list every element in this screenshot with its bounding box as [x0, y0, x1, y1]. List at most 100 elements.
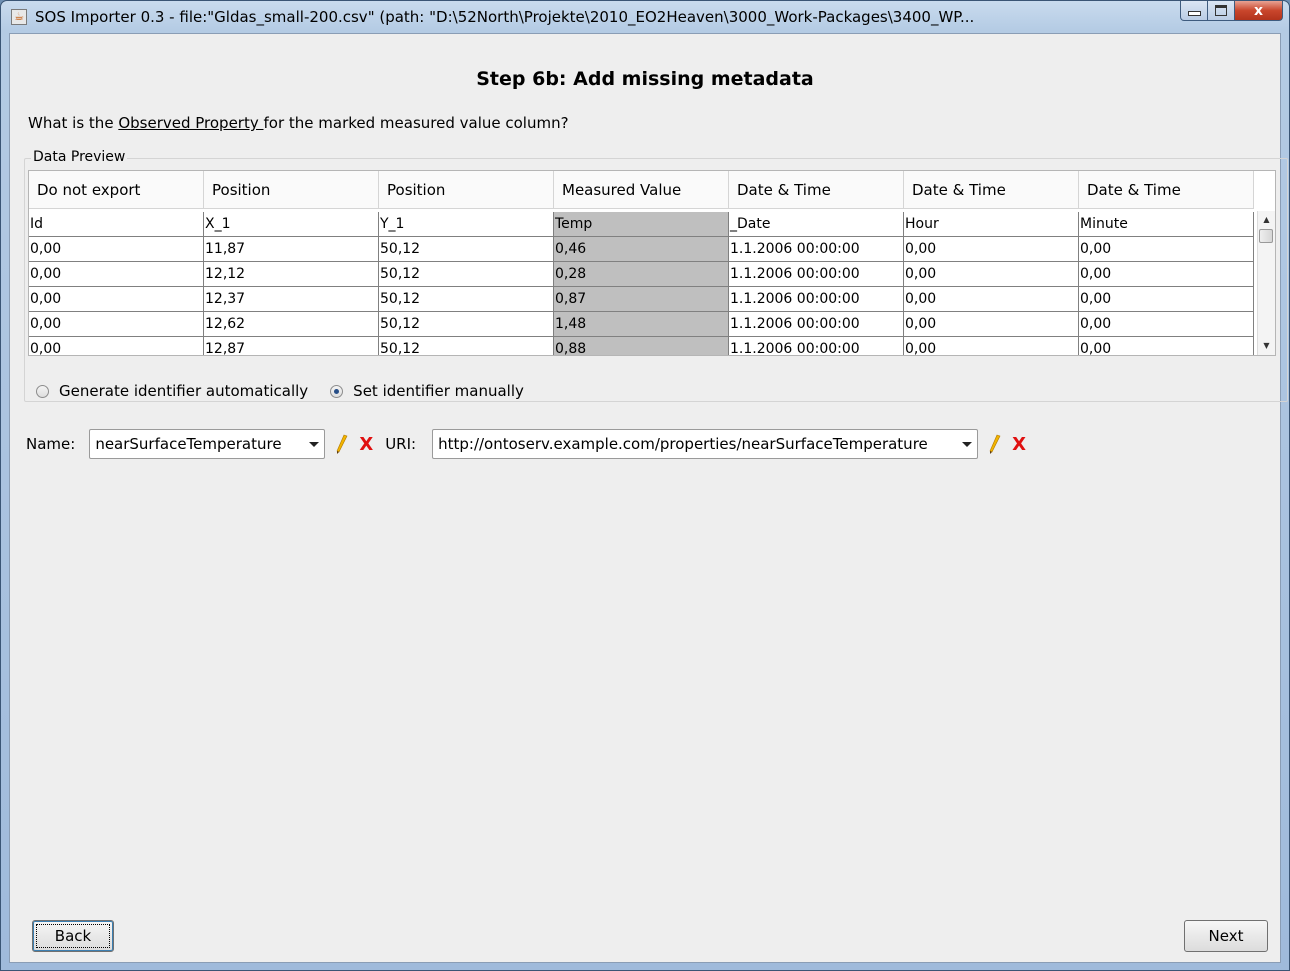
- question-text: What is the Observed Property for the ma…: [28, 114, 569, 132]
- name-combobox[interactable]: nearSurfaceTemperature: [89, 429, 326, 459]
- table-cell[interactable]: 0,00: [1079, 237, 1254, 262]
- uri-combobox[interactable]: http://ontoserv.example.com/properties/n…: [432, 429, 979, 459]
- table-cell[interactable]: 0,00: [29, 262, 204, 287]
- name-combobox-value: nearSurfaceTemperature: [95, 435, 282, 453]
- scrollbar-thumb[interactable]: [1259, 229, 1273, 243]
- table-header: Do not export Position Position Measured Va…: [29, 171, 1254, 211]
- table-cell[interactable]: Id: [29, 212, 204, 237]
- title-bar[interactable]: ☕ SOS Importer 0.3 - file:"Gldas_small-2…: [1, 1, 1289, 33]
- name-label: Name:: [26, 435, 76, 453]
- generate-automatically-label[interactable]: Generate identifier automatically: [59, 382, 308, 400]
- table-row[interactable]: 0,00 11,87 50,12 0,46 1.1.2006 00:00:00 0,00 0…: [29, 237, 1257, 262]
- uri-combobox-value: http://ontoserv.example.com/properties/n…: [438, 435, 928, 453]
- table-cell[interactable]: 0,00: [904, 287, 1079, 312]
- table-cell[interactable]: 0,28: [554, 262, 729, 287]
- table-cell[interactable]: 0,00: [904, 312, 1079, 337]
- scroll-up-icon[interactable]: ▲: [1258, 213, 1275, 227]
- table-cell[interactable]: 1,48: [554, 312, 729, 337]
- window-title: SOS Importer 0.3 - file:"Gldas_small-200…: [35, 8, 975, 26]
- table-cell[interactable]: 1.1.2006 00:00:00: [729, 287, 904, 312]
- table-cell[interactable]: 12,37: [204, 287, 379, 312]
- table-cell[interactable]: 0,00: [29, 337, 204, 355]
- generate-automatically-radio[interactable]: [36, 384, 49, 398]
- table-cell[interactable]: 0,00: [29, 312, 204, 337]
- x-icon[interactable]: X: [1012, 434, 1026, 455]
- column-header[interactable]: Date & Time: [904, 171, 1079, 209]
- table-cell[interactable]: 50,12: [379, 262, 554, 287]
- data-preview-table: Do not export Position Position Measured Va…: [28, 170, 1276, 356]
- question-suffix: for the marked measured value column?: [263, 114, 569, 132]
- table-cell[interactable]: Temp: [554, 212, 729, 237]
- table-cell[interactable]: 0,46: [554, 237, 729, 262]
- identifier-row: Name: nearSurfaceTemperature X URI: http…: [26, 428, 1026, 460]
- table-cell[interactable]: 12,87: [204, 337, 379, 355]
- vertical-scrollbar[interactable]: ▲ ▼: [1257, 211, 1275, 355]
- maximize-button[interactable]: [1208, 1, 1235, 21]
- table-cell[interactable]: 1.1.2006 00:00:00: [729, 262, 904, 287]
- chevron-down-icon[interactable]: [309, 442, 320, 447]
- table-cell[interactable]: 0,00: [1079, 262, 1254, 287]
- table-cell[interactable]: 0,00: [29, 287, 204, 312]
- observed-property-link: Observed Property: [118, 114, 264, 132]
- table-cell[interactable]: 12,62: [204, 312, 379, 337]
- focus-ring: [36, 924, 110, 948]
- close-icon: x: [1253, 2, 1264, 19]
- table-cell[interactable]: 11,87: [204, 237, 379, 262]
- minimize-icon: [1187, 11, 1201, 16]
- column-header[interactable]: Date & Time: [729, 171, 904, 209]
- table-cell[interactable]: Y_1: [379, 212, 554, 237]
- table-cell[interactable]: 50,12: [379, 237, 554, 262]
- table-cell[interactable]: 1.1.2006 00:00:00: [729, 312, 904, 337]
- question-prefix: What is the: [28, 114, 119, 132]
- chevron-down-icon[interactable]: [962, 442, 973, 447]
- table-row[interactable]: Id X_1 Y_1 Temp _Date Hour Minute: [29, 212, 1257, 237]
- table-row[interactable]: 0,00 12,87 50,12 0,88 1.1.2006 00:00:00 0,00 0…: [29, 337, 1257, 355]
- table-cell[interactable]: 0,00: [1079, 312, 1254, 337]
- table-cell[interactable]: 1.1.2006 00:00:00: [729, 237, 904, 262]
- column-header[interactable]: Position: [204, 171, 379, 209]
- table-cell[interactable]: 50,12: [379, 312, 554, 337]
- table-cell[interactable]: 0,00: [1079, 287, 1254, 312]
- window-controls: x: [1180, 1, 1283, 23]
- table-cell[interactable]: 0,87: [554, 287, 729, 312]
- data-preview-group: Data Preview Do not export Position Positi…: [24, 149, 1288, 402]
- table-cell[interactable]: 12,12: [204, 262, 379, 287]
- pencil-icon[interactable]: [988, 431, 1002, 457]
- table-cell[interactable]: 50,12: [379, 337, 554, 355]
- table-cell[interactable]: Minute: [1079, 212, 1254, 237]
- table-cell[interactable]: X_1: [204, 212, 379, 237]
- back-button[interactable]: Back: [32, 920, 114, 952]
- table-cell[interactable]: 0,00: [1079, 337, 1254, 355]
- minimize-button[interactable]: [1180, 1, 1208, 21]
- set-manually-radio[interactable]: [330, 384, 344, 398]
- table-row[interactable]: 0,00 12,62 50,12 1,48 1.1.2006 00:00:00 0,00 0…: [29, 312, 1257, 337]
- table-cell[interactable]: 0,88: [554, 337, 729, 355]
- table-cell[interactable]: 0,00: [904, 237, 1079, 262]
- table-row[interactable]: 0,00 12,37 50,12 0,87 1.1.2006 00:00:00 0,00 0…: [29, 287, 1257, 312]
- identifier-options: Generate identifier automatically Set id…: [36, 382, 546, 400]
- table-cell[interactable]: 0,00: [29, 237, 204, 262]
- uri-label: URI:: [385, 435, 417, 453]
- table-cell[interactable]: 50,12: [379, 287, 554, 312]
- next-button[interactable]: Next: [1184, 920, 1268, 952]
- column-header[interactable]: Measured Value: [554, 171, 729, 209]
- column-header[interactable]: Position: [379, 171, 554, 209]
- table-cell[interactable]: 0,00: [904, 337, 1079, 355]
- column-header[interactable]: Do not export: [29, 171, 204, 209]
- pencil-icon[interactable]: [335, 431, 349, 457]
- table-cell[interactable]: 0,00: [904, 262, 1079, 287]
- table-cell[interactable]: _Date: [729, 212, 904, 237]
- wizard-panel: Step 6b: Add missing metadata What is th…: [9, 33, 1288, 963]
- table-body: Id X_1 Y_1 Temp _Date Hour Minute 0,00 11,87 50,1…: [29, 212, 1257, 355]
- column-header[interactable]: Date & Time: [1079, 171, 1254, 209]
- close-button[interactable]: x: [1235, 1, 1283, 21]
- table-cell[interactable]: Hour: [904, 212, 1079, 237]
- next-button-label: Next: [1208, 927, 1244, 945]
- scroll-down-icon[interactable]: ▼: [1258, 339, 1275, 353]
- table-cell[interactable]: 1.1.2006 00:00:00: [729, 337, 904, 355]
- step-title: Step 6b: Add missing metadata: [476, 68, 814, 90]
- x-icon[interactable]: X: [359, 434, 373, 455]
- table-row[interactable]: 0,00 12,12 50,12 0,28 1.1.2006 00:00:00 0,00 0…: [29, 262, 1257, 287]
- data-preview-legend: Data Preview: [31, 149, 128, 165]
- set-manually-label[interactable]: Set identifier manually: [353, 382, 524, 400]
